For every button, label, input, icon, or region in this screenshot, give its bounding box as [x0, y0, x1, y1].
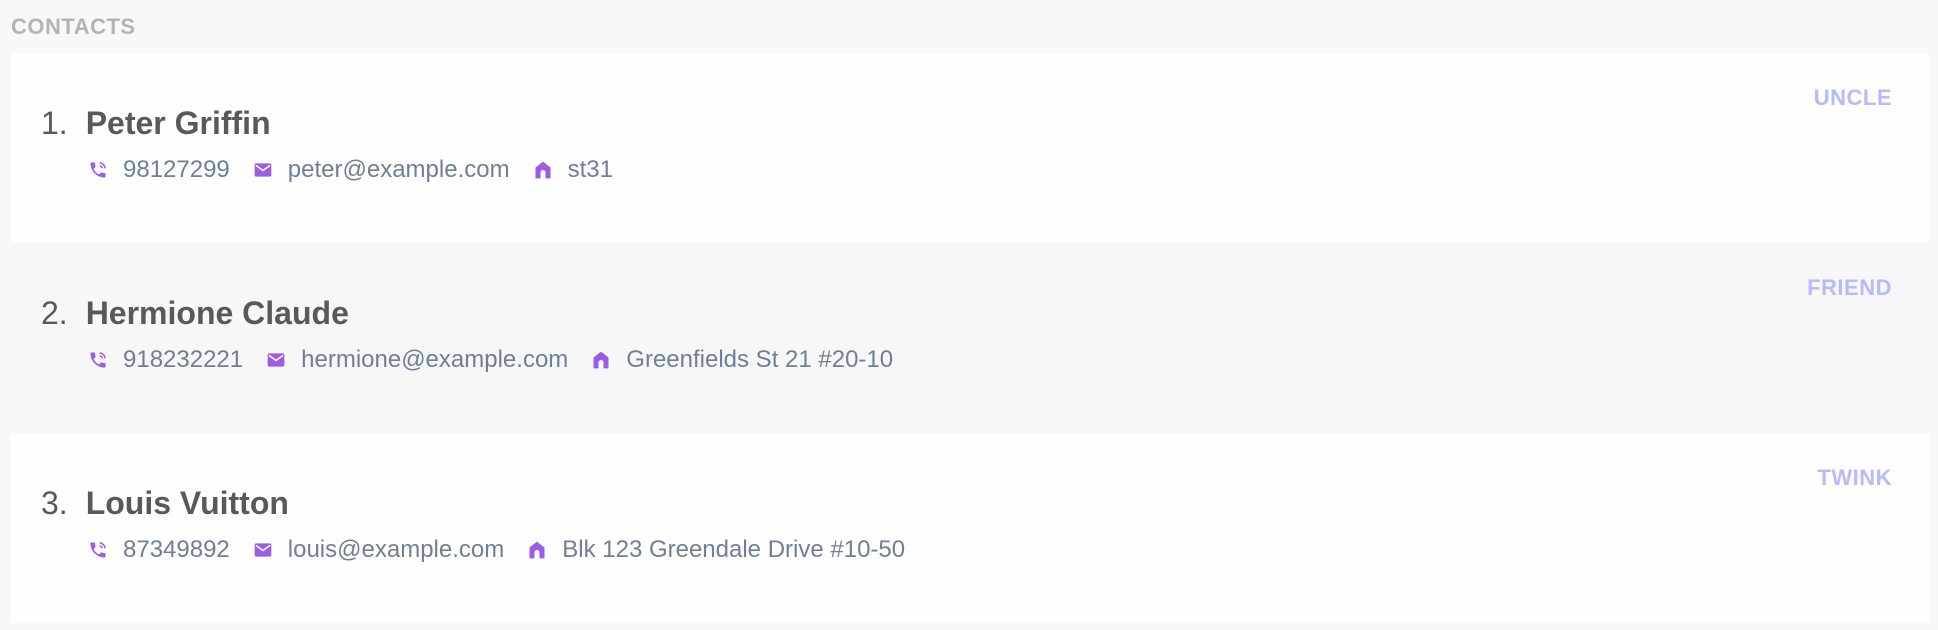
contact-name: Hermione Claude [85, 295, 349, 331]
section-title: CONTACTS [11, 14, 136, 39]
phone-detail: 98127299 [87, 156, 230, 184]
contact-phone: 98127299 [123, 156, 230, 183]
contact-index: 2. [41, 295, 68, 331]
contact-address: Greenfields St 21 #20-10 [626, 346, 894, 373]
contact-list: UNCLE 1. Peter Griffin 98127299 peter@exa… [11, 53, 1929, 623]
phone-icon [87, 159, 109, 181]
contact-phone: 918232221 [123, 346, 244, 373]
contact-tag: TWINK [1817, 465, 1892, 490]
contact-email: hermione@example.com [301, 346, 569, 373]
phone-detail: 87349892 [87, 536, 230, 564]
contact-name: Peter Griffin [85, 105, 271, 141]
phone-icon [87, 349, 109, 371]
address-detail: st31 [532, 156, 613, 184]
contact-name-row: 2. Hermione Claude [41, 295, 349, 332]
address-detail: Blk 123 Greendale Drive #10-50 [526, 536, 905, 564]
home-icon [526, 539, 548, 561]
contact-tag: FRIEND [1807, 275, 1892, 300]
contact-card[interactable]: FRIEND 2. Hermione Claude 918232221 hermi… [11, 243, 1929, 433]
phone-detail: 918232221 [87, 346, 243, 374]
contact-details: 918232221 hermione@example.com Greenfiel… [87, 346, 915, 374]
contact-name: Louis Vuitton [85, 485, 289, 521]
contact-card[interactable]: UNCLE 1. Peter Griffin 98127299 peter@exa… [11, 53, 1929, 243]
mail-icon [252, 539, 274, 561]
contact-name-row: 3. Louis Vuitton [41, 485, 289, 522]
email-detail: louis@example.com [252, 536, 504, 564]
contact-details: 87349892 louis@example.com Blk 123 Green… [87, 536, 927, 564]
contact-details: 98127299 peter@example.com st31 [87, 156, 635, 184]
contact-tag: UNCLE [1813, 85, 1892, 110]
contact-address: st31 [567, 156, 613, 183]
email-detail: hermione@example.com [265, 346, 568, 374]
contact-index: 3. [41, 485, 68, 521]
mail-icon [265, 349, 287, 371]
address-detail: Greenfields St 21 #20-10 [590, 346, 893, 374]
home-icon [590, 349, 612, 371]
contacts-app: CONTACTS UNCLE 1. Peter Griffin 98127299 [0, 0, 1938, 630]
phone-icon [87, 539, 109, 561]
contact-phone: 87349892 [123, 536, 230, 563]
contact-name-row: 1. Peter Griffin [41, 105, 271, 142]
contact-email: peter@example.com [287, 156, 510, 183]
home-icon [532, 159, 554, 181]
contact-email: louis@example.com [287, 536, 505, 563]
email-detail: peter@example.com [252, 156, 510, 184]
contact-index: 1. [41, 105, 68, 141]
contact-address: Blk 123 Greendale Drive #10-50 [562, 536, 906, 563]
mail-icon [252, 159, 274, 181]
contact-card[interactable]: TWINK 3. Louis Vuitton 87349892 louis@exa… [11, 433, 1929, 623]
